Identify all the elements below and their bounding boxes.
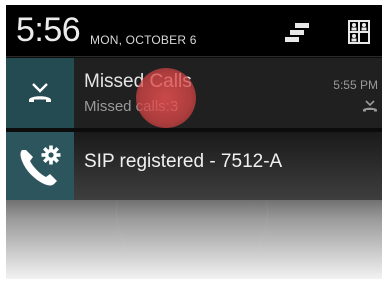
clock: 5:56 <box>16 11 81 49</box>
status-divider <box>6 56 382 57</box>
notification-subtitle: Missed calls:3 <box>84 98 179 115</box>
status-bar: 5:56 MON, OCTOBER 6 <box>6 5 382 56</box>
sip-settings-phone-icon <box>20 145 61 186</box>
notification-missed-calls[interactable]: Missed Calls Missed calls:3 5:55 PM <box>6 58 382 128</box>
notification-shade: 5:56 MON, OCTOBER 6 Missed Calls Missed … <box>6 5 382 279</box>
notification-title: SIP registered - 7512-A <box>84 151 283 172</box>
notification-icon-box <box>6 58 74 128</box>
missed-call-small-icon <box>363 100 377 112</box>
user-switcher-icon[interactable] <box>345 18 375 46</box>
notification-sip-registered[interactable]: SIP registered - 7512-A <box>6 132 382 200</box>
notification-icon-box <box>6 132 74 200</box>
date: MON, OCTOBER 6 <box>90 33 197 47</box>
missed-call-icon <box>29 83 51 102</box>
notification-title: Missed Calls <box>84 71 192 92</box>
quick-settings-toggle-icon[interactable] <box>281 18 311 46</box>
notification-time: 5:55 PM <box>333 78 378 92</box>
